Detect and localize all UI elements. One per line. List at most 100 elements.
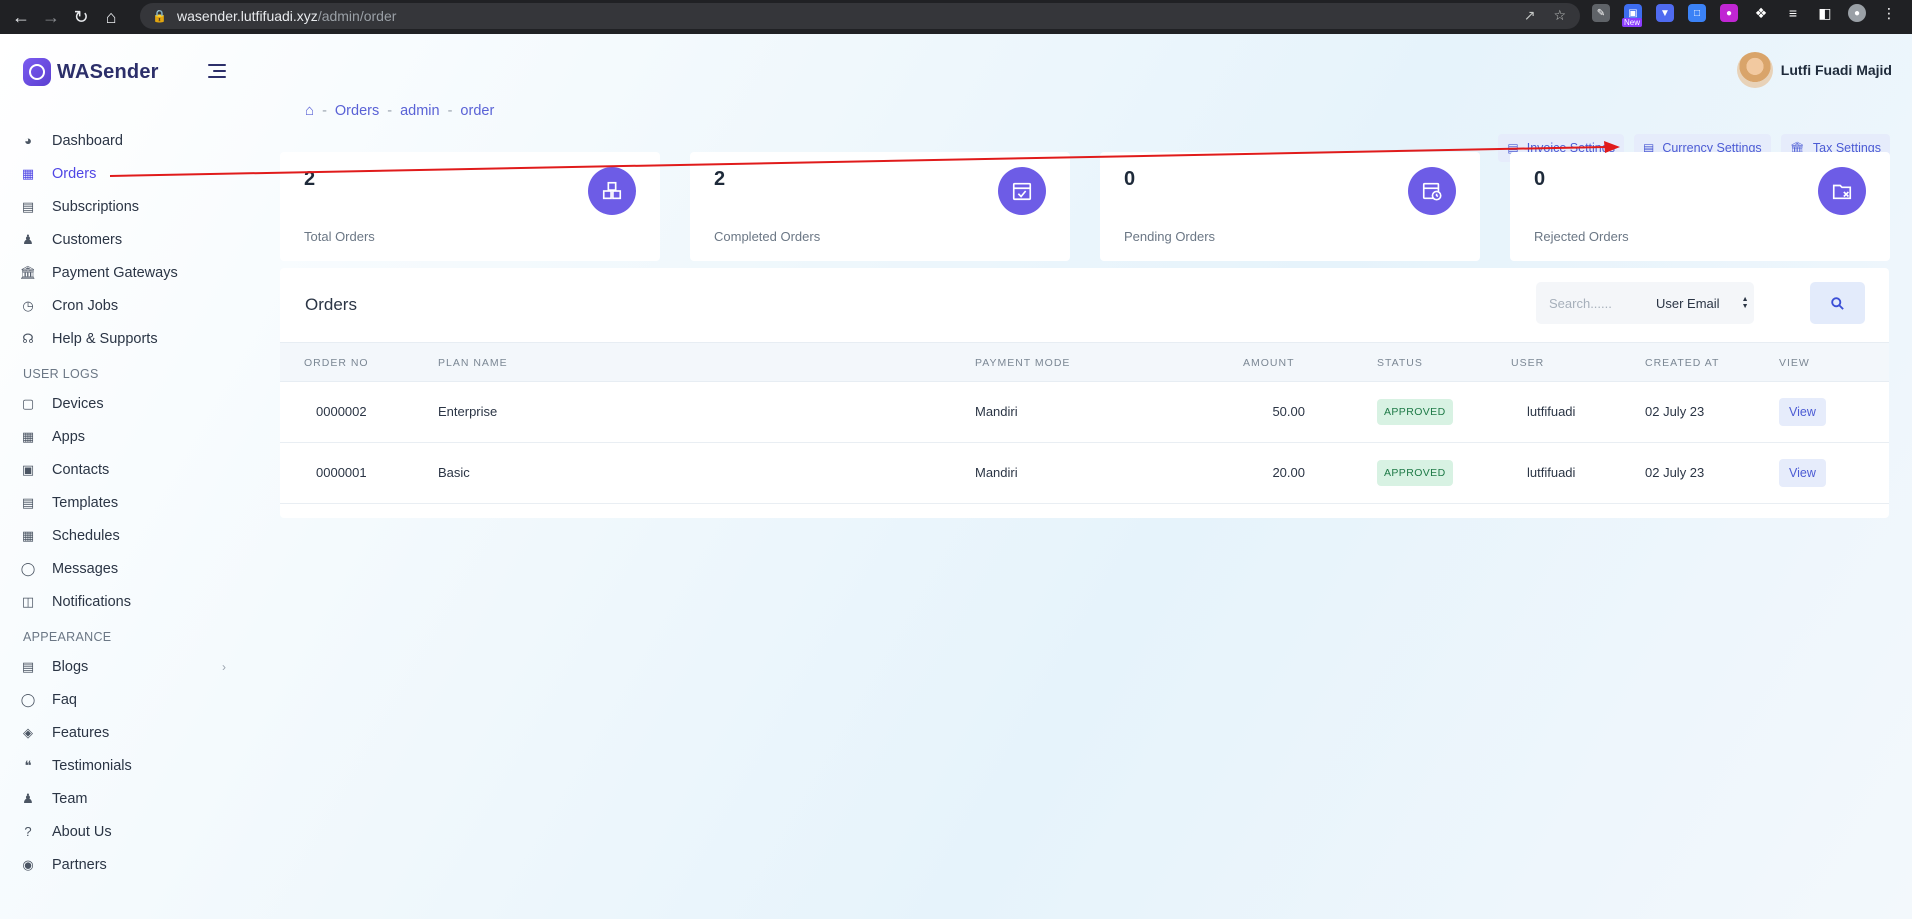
user-menu[interactable]: Lutfi Fuadi Majid xyxy=(1736,52,1892,88)
breadcrumb-home-icon[interactable]: ⌂ xyxy=(305,102,314,119)
gauge-icon: ◕ xyxy=(24,133,32,148)
sidebar-item-label: Customers xyxy=(52,231,123,248)
extension-new-icon[interactable]: ▣ New xyxy=(1622,4,1643,27)
partners-icon: ◉ xyxy=(22,856,34,872)
created-at: 02 July 23 xyxy=(1645,465,1705,480)
bank-icon: 🏛 xyxy=(19,264,37,280)
address-bar[interactable]: 🔒 wasender.lutfifuadi.xyz/admin/order ↗ … xyxy=(140,3,1580,29)
sidebar-item-label: Faq xyxy=(52,691,77,708)
breadcrumb-orders[interactable]: Orders xyxy=(335,103,379,119)
search-input[interactable] xyxy=(1536,282,1656,324)
sidebar-item-about-us[interactable]: ? About Us xyxy=(0,815,240,848)
orders-card: Orders User Email ▲▼ ORDER NO PLAN NAME … xyxy=(280,268,1889,518)
sidebar-item-label: Help & Supports xyxy=(52,330,158,347)
stat-value: 2 xyxy=(304,168,316,190)
user: lutfifuadi xyxy=(1527,465,1576,480)
search-icon xyxy=(1831,296,1844,310)
home-icon[interactable]: ⌂ xyxy=(96,2,126,32)
sidebar-item-partners[interactable]: ◉ Partners xyxy=(0,848,240,881)
calendar-clock-icon: ◷ xyxy=(22,297,34,313)
sidebar-item-label: Notifications xyxy=(52,593,131,610)
sidebar-item-apps[interactable]: ▦ Apps xyxy=(0,420,240,453)
tag-icon: ◈ xyxy=(23,724,33,740)
extension-shield-icon[interactable]: ▼ xyxy=(1656,4,1674,22)
sidebar-item-dashboard[interactable]: ◕ Dashboard xyxy=(0,124,240,157)
plan-name: Basic xyxy=(438,465,470,480)
sidebar-item-label: Partners xyxy=(52,856,107,873)
side-panel-icon[interactable]: ◧ xyxy=(1816,4,1834,22)
devices-icon: ▢ xyxy=(21,395,35,411)
sidebar-item-messages[interactable]: ◯ Messages xyxy=(0,552,240,585)
boxes-icon xyxy=(588,167,636,215)
sidebar-item-label: Devices xyxy=(52,395,104,412)
quote-icon: ❝ xyxy=(24,757,32,773)
view-button[interactable]: View xyxy=(1779,398,1826,426)
sidebar-item-features[interactable]: ◈ Features xyxy=(0,716,240,749)
search-group: User Email ▲▼ xyxy=(1536,282,1754,324)
table-header: ORDER NO PLAN NAME PAYMENT MODE AMOUNT S… xyxy=(280,342,1889,382)
blog-icon: ▤ xyxy=(21,658,35,674)
sidebar-item-cron-jobs[interactable]: ◷ Cron Jobs xyxy=(0,289,240,322)
breadcrumb-admin[interactable]: admin xyxy=(400,103,440,119)
sidebar: ◕ Dashboard ▦ Orders ▤ Subscriptions ♟ Customer… xyxy=(0,124,240,881)
sidebar-item-label: Features xyxy=(52,724,110,741)
forward-icon[interactable]: → xyxy=(36,2,66,32)
stat-label: Pending Orders xyxy=(1124,229,1216,244)
extension-doc-icon[interactable]: □ xyxy=(1688,4,1706,22)
stat-label: Total Orders xyxy=(304,229,375,244)
sidebar-item-devices[interactable]: ▢ Devices xyxy=(0,387,240,420)
sidebar-item-testimonials[interactable]: ❝ Testimonials xyxy=(0,749,240,782)
sidebar-main-group: ◕ Dashboard ▦ Orders ▤ Subscriptions ♟ Customer… xyxy=(0,124,240,355)
contact-icon: ▣ xyxy=(21,461,35,477)
sidebar-item-templates[interactable]: ▤ Templates xyxy=(0,486,240,519)
search-button[interactable] xyxy=(1810,282,1865,324)
sidebar-item-faq[interactable]: ◯ Faq xyxy=(0,683,240,716)
sidebar-item-notifications[interactable]: ◫ Notifications xyxy=(0,585,240,618)
share-icon[interactable]: ↗ xyxy=(1524,7,1536,24)
sidebar-item-subscriptions[interactable]: ▤ Subscriptions xyxy=(0,190,240,223)
new-badge: New xyxy=(1622,18,1643,27)
sidebar-item-blogs[interactable]: ▤ Blogs › xyxy=(0,650,240,683)
orders-title: Orders xyxy=(305,295,357,314)
avatar xyxy=(1736,52,1773,88)
view-button[interactable]: View xyxy=(1779,459,1826,487)
reading-list-icon[interactable]: ≡ xyxy=(1784,4,1802,22)
app-root: WASender Lutfi Fuadi Majid ◕ Dashboard ▦ Or… xyxy=(0,34,1912,919)
col-created-at: CREATED AT xyxy=(1645,357,1720,369)
extensions-puzzle-icon[interactable]: ❖ xyxy=(1752,4,1770,22)
sidebar-item-payment-gateways[interactable]: 🏛 Payment Gateways xyxy=(0,256,240,289)
question-icon: ? xyxy=(24,824,32,839)
sidebar-item-contacts[interactable]: ▣ Contacts xyxy=(0,453,240,486)
col-status: STATUS xyxy=(1377,357,1423,369)
bookmark-star-icon[interactable]: ☆ xyxy=(1553,7,1566,24)
brand[interactable]: WASender xyxy=(23,58,159,86)
user-name: Lutfi Fuadi Majid xyxy=(1780,62,1892,78)
sidebar-item-orders[interactable]: ▦ Orders xyxy=(0,157,240,190)
url-host: wasender.lutfifuadi.xyz xyxy=(176,8,318,24)
profile-avatar-icon[interactable]: ● xyxy=(1848,4,1866,22)
status-badge: APPROVED xyxy=(1377,460,1453,486)
topbar: WASender Lutfi Fuadi Majid xyxy=(0,34,1912,106)
sidebar-item-label: Templates xyxy=(52,494,119,511)
payment-mode: Mandiri xyxy=(975,404,1018,419)
payment-mode: Mandiri xyxy=(975,465,1018,480)
table-row: 0000001 Basic Mandiri 20.00 APPROVED lut… xyxy=(280,443,1889,504)
search-field-select[interactable]: User Email ▲ ▼ xyxy=(1656,282,1749,324)
amount: 50.00 xyxy=(1272,404,1305,419)
back-icon[interactable]: ← xyxy=(6,2,36,32)
sidebar-item-help-supports[interactable]: ☊ Help & Supports xyxy=(0,322,240,355)
sidebar-item-schedules[interactable]: ▦ Schedules xyxy=(0,519,240,552)
stat-card-completed-orders: 2 Completed Orders xyxy=(690,152,1070,261)
reload-icon[interactable]: ↻ xyxy=(66,2,96,32)
extension-pen-icon[interactable]: ✎ xyxy=(1592,4,1610,22)
sidebar-item-label: Schedules xyxy=(52,527,120,544)
menu-toggle-icon[interactable] xyxy=(208,64,226,78)
extension-dots-icon[interactable]: ● xyxy=(1720,4,1738,22)
sidebar-item-label: Cron Jobs xyxy=(52,297,119,314)
calendar-icon: ▦ xyxy=(21,527,35,543)
sidebar-item-customers[interactable]: ♟ Customers xyxy=(0,223,240,256)
breadcrumb-order[interactable]: order xyxy=(460,103,494,119)
browser-menu-icon[interactable]: ⋮ xyxy=(1880,4,1898,22)
col-user: USER xyxy=(1511,357,1545,369)
sidebar-item-team[interactable]: ♟ Team xyxy=(0,782,240,815)
